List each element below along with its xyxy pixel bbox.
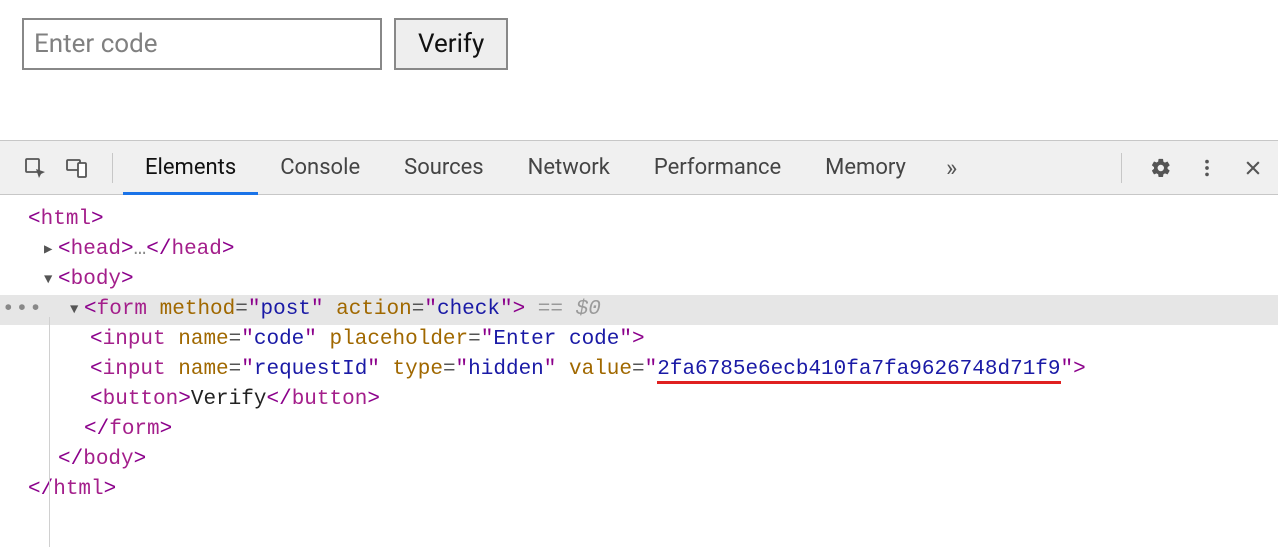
tree-node-body-close[interactable]: </body> <box>0 445 1278 475</box>
tree-node-form-close[interactable]: </form> <box>0 415 1278 445</box>
gutter-ellipsis-icon[interactable]: ••• <box>2 295 43 325</box>
page-content: Verify <box>0 0 1278 140</box>
tree-node-button[interactable]: <button>Verify</button> <box>0 385 1278 415</box>
collapse-icon[interactable]: ▼ <box>44 265 58 295</box>
tab-console[interactable]: Console <box>258 142 382 195</box>
tree-node-input-hidden[interactable]: <input name="requestId" type="hidden" va… <box>0 355 1278 385</box>
tab-elements[interactable]: Elements <box>123 142 258 195</box>
toolbar-divider <box>112 153 113 183</box>
devtools-toolbar: Elements Console Sources Network Perform… <box>0 141 1278 195</box>
tree-node-body[interactable]: ▼<body> <box>0 265 1278 295</box>
verify-button[interactable]: Verify <box>394 18 508 70</box>
code-input[interactable] <box>22 18 382 70</box>
expand-icon[interactable]: ▶ <box>44 235 58 265</box>
close-icon[interactable] <box>1236 151 1270 185</box>
tabs-overflow-icon[interactable]: » <box>928 154 975 182</box>
gear-icon[interactable] <box>1144 151 1178 185</box>
devtools-tabs: Elements Console Sources Network Perform… <box>123 141 928 194</box>
tree-node-form[interactable]: •••▼<form method="post" action="check"> … <box>0 295 1278 325</box>
devtools-panel: Elements Console Sources Network Perform… <box>0 140 1278 505</box>
indent-guide <box>49 317 50 547</box>
selection-hint: == $0 <box>525 298 601 321</box>
verify-form: Verify <box>22 18 1256 70</box>
tab-network[interactable]: Network <box>506 142 632 195</box>
tab-performance[interactable]: Performance <box>632 142 803 195</box>
device-toggle-icon[interactable] <box>60 151 94 185</box>
tree-node-input-code[interactable]: <input name="code" placeholder="Enter co… <box>0 325 1278 355</box>
tab-memory[interactable]: Memory <box>803 142 928 195</box>
tree-node-head[interactable]: ▶<head>…</head> <box>0 235 1278 265</box>
tab-sources[interactable]: Sources <box>382 142 506 195</box>
toolbar-divider <box>1121 153 1122 183</box>
kebab-icon[interactable] <box>1190 151 1224 185</box>
tree-node-html-close[interactable]: </html> <box>0 475 1278 505</box>
collapse-icon[interactable]: ▼ <box>70 295 84 325</box>
inspect-icon[interactable] <box>18 151 52 185</box>
highlighted-value: 2fa6785e6ecb410fa7fa9626748d71f9 <box>657 358 1060 384</box>
elements-tree[interactable]: <html> ▶<head>…</head> ▼<body> •••▼<form… <box>0 195 1278 505</box>
collapsed-dots: … <box>134 238 147 261</box>
tree-node-html[interactable]: <html> <box>0 205 1278 235</box>
